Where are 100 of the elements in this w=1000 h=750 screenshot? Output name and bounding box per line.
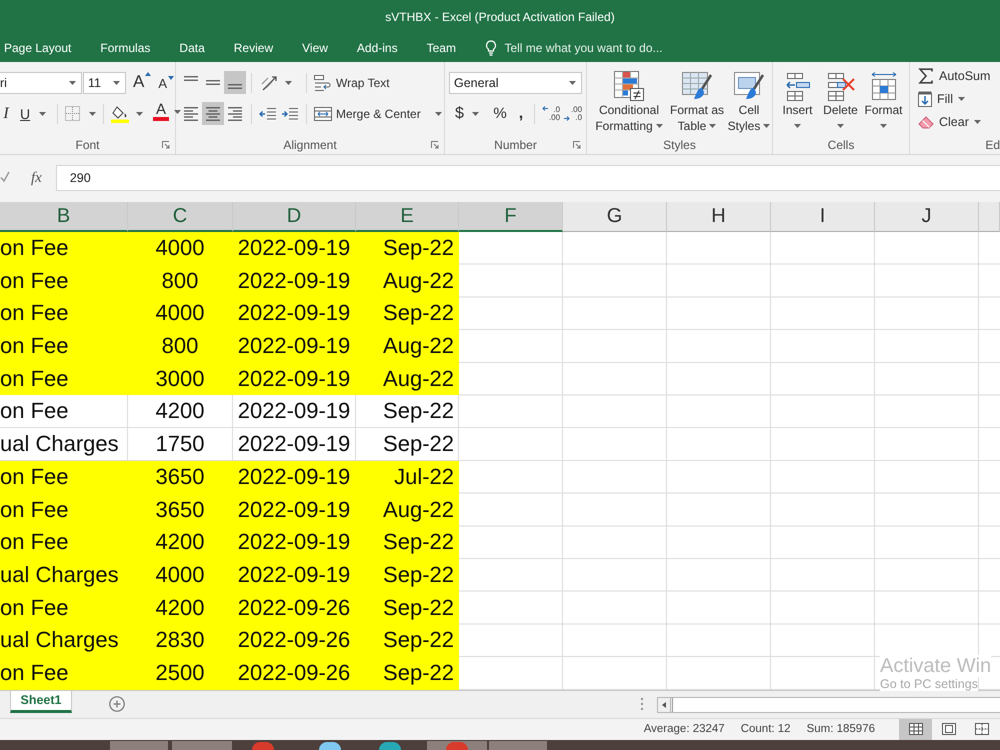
taskbar-button[interactable] <box>172 740 232 750</box>
spreadsheet-cell: on Fee <box>0 362 128 396</box>
ribbon-tab[interactable]: Formulas <box>86 33 165 62</box>
align-left-icon <box>184 106 198 120</box>
insert-cells-button[interactable]: Insert <box>776 67 819 135</box>
group-label: Styles <box>663 138 696 152</box>
column-header[interactable]: J <box>875 202 979 232</box>
merge-center-button[interactable]: Merge & Center <box>312 102 444 125</box>
font-color-button[interactable]: A <box>151 102 183 125</box>
group-label: Cells <box>828 138 854 152</box>
spreadsheet-cell: Aug-22 <box>356 494 459 526</box>
ribbon-tab[interactable]: Review <box>219 33 288 62</box>
spreadsheet-cell: 800 <box>128 264 233 298</box>
ribbon-large-button[interactable]: Conditional Formatting <box>590 67 668 135</box>
dropdown-caret-icon <box>837 124 844 128</box>
column-header[interactable]: F <box>459 202 563 232</box>
ribbon-tab[interactable]: Add-ins <box>342 33 412 62</box>
horizontal-scrollbar[interactable] <box>657 696 1000 713</box>
ribbon-tab[interactable]: Page Layout <box>0 33 86 62</box>
check-icon[interactable] <box>0 171 10 183</box>
spreadsheet-cell: on Fee <box>0 330 128 363</box>
ribbon-tab[interactable]: View <box>288 33 342 62</box>
add-icon[interactable] <box>109 696 125 712</box>
grow-font-button[interactable]: A <box>131 71 154 94</box>
align-bottom-button[interactable] <box>224 71 246 94</box>
spreadsheet-cell: on Fee <box>0 232 128 265</box>
fill-button[interactable]: Fill <box>918 89 965 109</box>
caret-down-icon <box>168 76 174 80</box>
wrap-text-button[interactable]: Wrap Text <box>312 71 392 94</box>
column-header[interactable]: H <box>667 202 771 232</box>
column-header[interactable]: G <box>563 202 667 232</box>
diagonal-arrow-icon <box>261 74 279 90</box>
wrap-text-icon <box>314 74 332 90</box>
align-center-button[interactable] <box>202 102 224 125</box>
dropdown-caret-icon <box>285 80 292 84</box>
align-top-icon <box>184 76 198 81</box>
indent-icon <box>281 106 299 120</box>
normal-view-button[interactable] <box>899 718 932 740</box>
currency-button[interactable]: $ <box>453 102 487 125</box>
spreadsheet-cell: 4200 <box>128 592 233 624</box>
eraser-icon <box>918 115 934 129</box>
colored-bars-grid-icon <box>613 70 645 102</box>
taskbar-button[interactable] <box>110 740 168 750</box>
down-arrow-box-icon <box>918 91 932 107</box>
spreadsheet-cell: Sep-22 <box>356 624 459 657</box>
align-bottom-icon <box>228 84 242 89</box>
caret-up-icon <box>145 72 152 76</box>
spreadsheet-cell: 2022-09-19 <box>233 330 356 363</box>
dialog-launcher-icon[interactable] <box>431 140 439 148</box>
spreadsheet-cell: 2830 <box>128 624 233 657</box>
vertical-dots-icon[interactable] <box>640 696 644 711</box>
formula-input[interactable]: 290 <box>56 165 1000 191</box>
font-size-combobox[interactable]: 11 <box>83 72 126 94</box>
taskbar-button[interactable] <box>489 740 547 750</box>
column-header[interactable]: I <box>771 202 875 232</box>
spreadsheet-cell: 3650 <box>128 494 233 526</box>
spreadsheet-cell: Jul-22 <box>356 460 459 494</box>
spreadsheet-cell: 4200 <box>128 526 233 559</box>
spreadsheet-cell: 3000 <box>128 362 233 396</box>
shrink-font-button[interactable]: A <box>156 71 176 94</box>
clear-button[interactable]: Clear <box>918 112 981 132</box>
ribbon-tab[interactable]: Data <box>164 33 220 62</box>
column-header[interactable]: D <box>233 202 356 232</box>
percent-button[interactable]: % <box>489 102 511 125</box>
spreadsheet-cell: ual Charges <box>0 428 128 461</box>
ribbon-tab[interactable]: Team <box>412 33 470 62</box>
underline-button[interactable]: U <box>18 102 52 125</box>
ribbon-large-button[interactable]: Cell Styles <box>726 67 772 135</box>
sheet-tab[interactable]: Sheet1 <box>10 690 72 713</box>
group-label: Font <box>75 138 100 152</box>
italic-button[interactable]: I <box>0 102 12 125</box>
tell-me-field[interactable]: Tell me what you want to do... <box>504 38 690 56</box>
spreadsheet-cell: Sep-22 <box>356 526 459 559</box>
delete-cells-button[interactable]: Delete <box>819 67 862 135</box>
spreadsheet-cell: 4000 <box>128 558 233 592</box>
column-header[interactable]: E <box>356 202 459 232</box>
column-header[interactable]: B <box>0 202 128 232</box>
spreadsheet-cell: 800 <box>128 330 233 363</box>
ribbon-large-button[interactable]: Format as Table <box>668 67 726 135</box>
dropdown-caret-icon <box>434 112 442 116</box>
dialog-launcher-icon[interactable] <box>162 140 170 148</box>
number-format-combobox[interactable]: General <box>449 72 582 94</box>
format-cells-button[interactable]: Format <box>862 67 905 135</box>
spreadsheet-cell: Sep-22 <box>356 297 459 330</box>
align-middle-icon <box>206 80 220 85</box>
font-name-combobox[interactable]: ri <box>0 72 82 94</box>
round-app-icon[interactable] <box>319 742 341 750</box>
round-app-icon[interactable] <box>379 742 401 750</box>
column-header[interactable]: C <box>128 202 233 232</box>
dotted-grid-icon <box>65 106 80 121</box>
comma-button[interactable]: , <box>513 102 529 125</box>
taskbar-button[interactable] <box>427 740 487 750</box>
increase-decimal-button[interactable]: .0 .00 <box>540 102 562 125</box>
autosum-button[interactable]: AutoSum <box>918 66 990 86</box>
dialog-launcher-icon[interactable] <box>573 140 581 148</box>
insert-function-button[interactable]: fx <box>31 165 42 191</box>
spreadsheet-cell: Sep-22 <box>356 656 459 690</box>
spreadsheet-cell: ual Charges <box>0 558 128 592</box>
scrollbar-thumb[interactable] <box>672 698 1000 712</box>
decrease-decimal-button[interactable]: .00 .0 <box>562 102 584 125</box>
